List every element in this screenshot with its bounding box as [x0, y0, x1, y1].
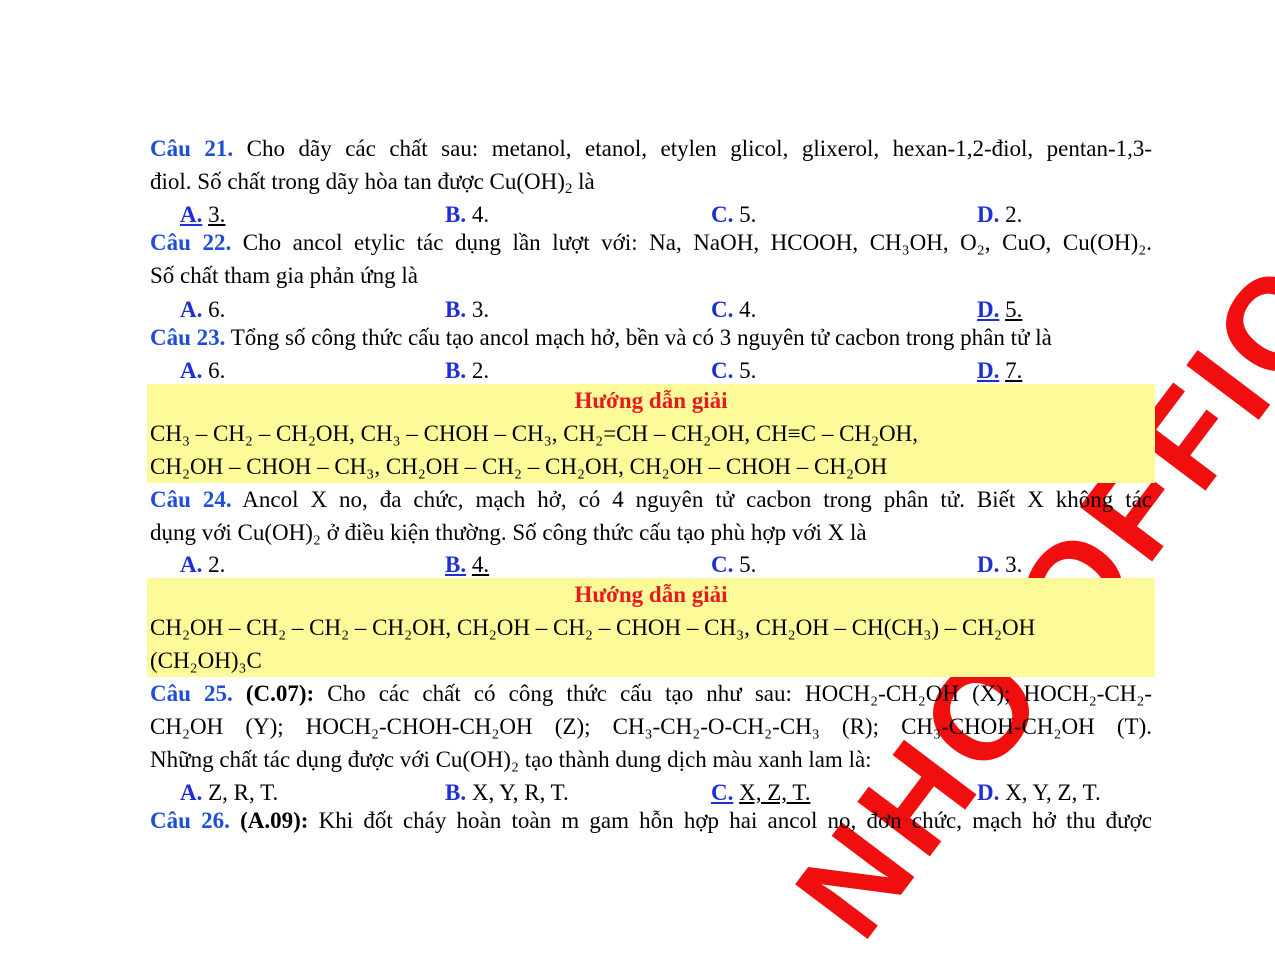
q22-text-2: Số chất tham gia phản ứng là	[150, 263, 418, 288]
q25-text-2: CH₂OH (Y); HOCH₂-CHOH-CH₂OH (Z); CH₃-CH₂…	[150, 714, 1152, 739]
q22-line2: Số chất tham gia phản ứng là	[150, 259, 1152, 292]
q23-solution-line1: CH₃ – CH₂ – CH₂OH, CH₃ – CHOH – CH₃, CH₂…	[150, 421, 919, 446]
q23-solution-title: Hướng dẫn giải	[574, 388, 728, 413]
q26-source: (A.09):	[240, 808, 309, 833]
q24-number: Câu 24.	[150, 487, 232, 512]
q25-text-1: Cho các chất có công thức cấu tạo như sa…	[327, 681, 1152, 706]
q21-text-1: Cho dãy các chất sau: metanol, etanol, e…	[246, 136, 1153, 161]
q23-option-c[interactable]: C. 5.	[711, 354, 756, 387]
q24-option-d[interactable]: D. 3.	[977, 548, 1022, 581]
q21-text-2a: điol. Số chất trong dãy hòa tan được Cu(…	[150, 169, 565, 194]
q21-number: Câu 21.	[150, 136, 234, 161]
q22-text-1: Cho ancol etylic tác dụng lần lượt với: …	[242, 230, 1153, 255]
q24-option-c[interactable]: C. 5.	[711, 548, 756, 581]
q24-solution-line1: CH₂OH – CH₂ – CH₂ – CH₂OH, CH₂OH – CH₂ –…	[150, 615, 1036, 640]
q23-line1: Câu 23. Tổng số công thức cấu tạo ancol …	[150, 321, 1152, 354]
q26-text-1: Khi đốt cháy hoàn toàn m gam hỗn hợp hai…	[318, 808, 1153, 833]
q25-text-3: Những chất tác dụng được với Cu(OH)₂ tạo…	[150, 747, 872, 772]
q25-line3: Những chất tác dụng được với Cu(OH)₂ tạo…	[150, 743, 1152, 776]
q21-line1: Câu 21. Cho dãy các chất sau: metanol, e…	[150, 132, 1152, 165]
q25-source: (C.07):	[245, 681, 315, 706]
q23-option-d[interactable]: D. 7.	[977, 354, 1022, 387]
q24-line2: dụng với Cu(OH)₂ ở điều kiện thường. Số …	[150, 516, 1152, 549]
q21-text-2b: là	[572, 169, 595, 194]
q23-solution-line2: CH₂OH – CHOH – CH₃, CH₂OH – CH₂ – CH₂OH,…	[150, 454, 888, 479]
q24-options: A. 2. B. 4. C. 5. D. 3.	[150, 548, 1152, 581]
q26-line1: Câu 26. (A.09): Khi đốt cháy hoàn toàn m…	[150, 804, 1152, 837]
q24-line1: Câu 24. Ancol X no, đa chức, mạch hở, có…	[150, 483, 1152, 516]
q23-option-b[interactable]: B. 2.	[445, 354, 489, 387]
q24-text-2: dụng với Cu(OH)₂ ở điều kiện thường. Số …	[150, 520, 867, 545]
q23-text-1: Tổng số công thức cấu tạo ancol mạch hở,…	[230, 325, 1052, 350]
q24-solution-line2: (CH₂OH)₃C	[150, 648, 262, 673]
q23-number: Câu 23.	[150, 325, 226, 350]
q23-option-a[interactable]: A. 6.	[180, 354, 225, 387]
q22-number: Câu 22.	[150, 230, 232, 255]
q25-line1: Câu 25. (C.07): Cho các chất có công thứ…	[150, 677, 1152, 710]
q22-line1: Câu 22. Cho ancol etylic tác dụng lần lư…	[150, 226, 1152, 259]
q21-line2: điol. Số chất trong dãy hòa tan được Cu(…	[150, 165, 1152, 198]
q24-option-b[interactable]: B. 4.	[445, 548, 489, 581]
q24-solution-title: Hướng dẫn giải	[574, 582, 728, 607]
q25-number: Câu 25.	[150, 681, 233, 706]
q24-option-a[interactable]: A. 2.	[180, 548, 225, 581]
q24-text-1: Ancol X no, đa chức, mạch hở, có 4 nguyê…	[242, 487, 1153, 512]
q23-options: A. 6. B. 2. C. 5. D. 7.	[150, 354, 1152, 387]
q26-number: Câu 26.	[150, 808, 230, 833]
q25-line2: CH₂OH (Y); HOCH₂-CHOH-CH₂OH (Z); CH₃-CH₂…	[150, 710, 1152, 743]
